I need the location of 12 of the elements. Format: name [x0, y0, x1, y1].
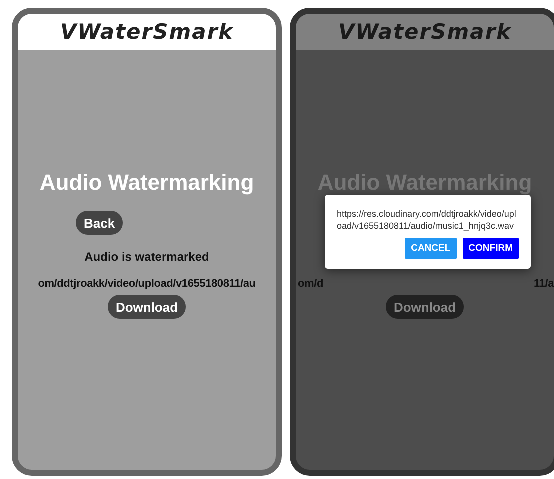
page-title: Audio Watermarking — [40, 170, 254, 196]
status-text: Audio is watermarked — [84, 250, 210, 264]
app-logo: VWaterSmark — [338, 20, 512, 44]
file-url: 11/a — [534, 278, 554, 290]
file-url: om/d — [298, 278, 324, 290]
app-logo: VWaterSmark — [60, 20, 234, 44]
dialog-message: https://res.cloudinary.com/ddtjroakk/video/upload/v1655180811/audio/music1_hnjq3c.wav — [337, 209, 518, 232]
back-button[interactable]: Back — [76, 211, 124, 235]
download-button[interactable]: Download — [108, 295, 186, 319]
download-button[interactable]: Download — [386, 295, 464, 319]
file-url: om/ddtjroakk/video/upload/v1655180811/au — [38, 278, 256, 290]
confirm-button[interactable]: CONFIRM — [462, 238, 519, 260]
